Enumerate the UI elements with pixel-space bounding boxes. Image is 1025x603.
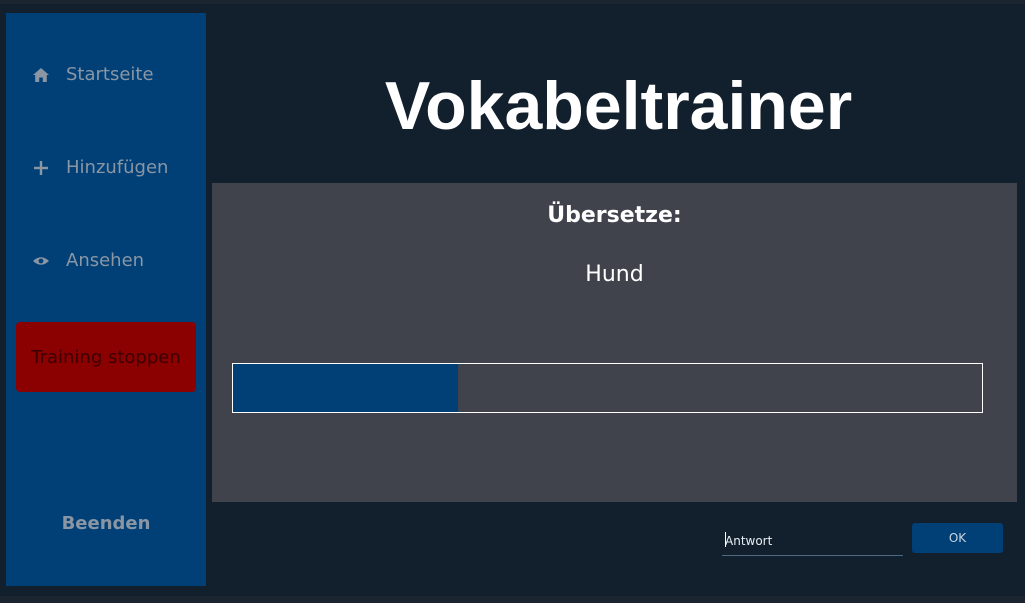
ok-button[interactable]: OK (912, 523, 1003, 553)
training-card: Übersetze: Hund (212, 183, 1017, 502)
progress-bar (232, 363, 983, 413)
home-icon (32, 66, 50, 84)
sidebar-item-label: Hinzufügen (66, 157, 169, 178)
answer-input[interactable] (722, 526, 903, 556)
text-cursor (725, 532, 726, 547)
stop-training-button[interactable]: Training stoppen (16, 322, 196, 392)
sidebar-item-ansehen[interactable]: Ansehen (32, 250, 144, 271)
sidebar-item-label: Ansehen (66, 250, 145, 271)
sidebar-item-hinzufuegen[interactable]: Hinzufügen (32, 157, 168, 178)
plus-icon (32, 159, 50, 177)
vocabulary-word: Hund (585, 262, 644, 287)
quit-button[interactable]: Beenden (6, 508, 206, 538)
prompt-heading: Übersetze: (547, 203, 682, 228)
eye-icon (32, 252, 50, 270)
progress-fill (233, 364, 458, 412)
sidebar: Startseite Hinzufügen Ansehen Training s… (6, 13, 206, 586)
page-title: Vokabeltrainer (384, 68, 853, 144)
sidebar-item-startseite[interactable]: Startseite (32, 64, 154, 85)
app-window: Startseite Hinzufügen Ansehen Training s… (0, 4, 1025, 596)
sidebar-item-label: Startseite (66, 64, 154, 85)
